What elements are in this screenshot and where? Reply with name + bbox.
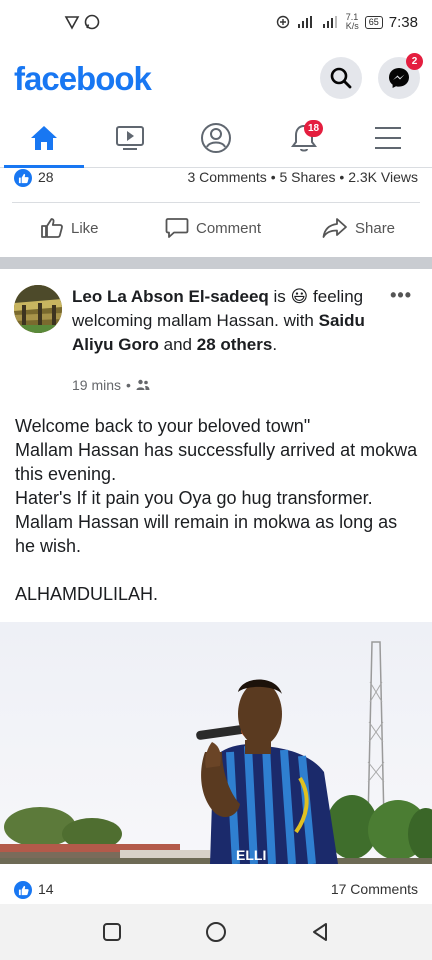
status-time: 7:38 [388,13,418,31]
friends-audience-icon [136,379,150,390]
prev-post-reactions: 28 3 Comments • 5 Shares • 2.3K Views [0,166,432,190]
feeling-emoji: 😃 [290,287,309,306]
comment-label: Comment [196,219,262,237]
notifications-badge: 18 [304,120,324,137]
comment-button[interactable]: Comment [165,217,261,239]
thumbs-up-icon [41,218,63,238]
search-icon [330,67,352,89]
post-body: Welcome back to your beloved town" Malla… [15,414,420,606]
post-reactions: 14 17 Comments [0,876,432,904]
home-icon [31,126,57,150]
post-body-line: Hater's If it pain you Oya go hug transf… [15,488,373,508]
video-icon [116,126,144,150]
battery-icon: 65 [364,15,383,29]
data-saver-icon [276,15,289,29]
whatsapp-icon [84,14,100,30]
status-left-icons [64,14,100,30]
back-nav-button[interactable] [308,920,332,944]
net-speed-unit: K/s [345,21,359,31]
with-text: with [283,311,314,330]
net-speed: 7.1 K/s [346,13,359,31]
menu-icon [375,127,401,149]
post-body-line: Mallam Hassan has successfully arrived a… [15,440,418,484]
tab-bar: 18 [0,108,432,168]
avatar[interactable] [14,285,62,333]
tagged-others[interactable]: 28 others [197,335,273,354]
post-like-count[interactable]: 14 [38,881,54,897]
more-options-button[interactable]: ••• [390,285,412,306]
messenger-icon [389,68,409,88]
like-reaction-icon [14,169,32,187]
recent-apps-icon [103,923,121,941]
signal-icon [297,16,312,28]
prev-post-stats[interactable]: 3 Comments • 5 Shares • 2.3K Views [187,169,418,185]
back-triangle-icon [313,923,327,941]
tab-home[interactable] [22,120,66,156]
messenger-button[interactable]: 2 [378,53,423,99]
system-nav-bar [0,904,432,960]
like-button[interactable]: Like [40,217,99,239]
home-circle-icon [206,922,226,942]
tab-menu[interactable] [366,120,410,156]
tab-video[interactable] [108,120,152,156]
post-header: Leo La Abson El-sadeeq is 😃 feeling welc… [0,269,432,399]
app-header: facebook 2 [0,46,432,108]
status-bar: 7.1 K/s 65 7:38 [0,0,432,46]
messenger-badge: 2 [406,53,423,70]
facebook-logo[interactable]: facebook [14,60,152,98]
post-meta: 19 mins • [72,377,150,393]
feed-separator [0,257,432,269]
status-right-icons: 7.1 K/s 65 7:38 [276,13,418,31]
signal-icon [322,16,337,28]
post-body-line: Mallam Hassan will remain in mokwa as lo… [15,512,398,556]
post-body-line: Welcome back to your beloved town" [15,416,311,436]
jersey-text: ELLI [236,847,266,863]
is-text: is [273,287,286,306]
like-reaction-icon [14,881,32,899]
post-comments-count[interactable]: 17 Comments [331,881,418,897]
like-label: Like [71,219,99,237]
post-photo[interactable]: ELLI [0,622,432,864]
home-nav-button[interactable] [204,920,228,944]
share-icon [322,218,347,238]
tab-profile[interactable] [194,120,238,156]
post-author[interactable]: Leo La Abson El-sadeeq [72,287,269,306]
prev-post-like-count[interactable]: 28 [38,169,54,185]
vpn-circle-icon [64,16,80,30]
profile-icon [201,123,231,153]
post-closing: ALHAMDULILAH. [15,584,159,604]
share-button[interactable]: Share [322,217,395,239]
prev-post-actions: Like Comment Share [12,202,420,256]
share-label: Share [355,219,396,237]
search-button[interactable] [320,57,362,99]
and-text: and [163,335,193,354]
post-author-block: Leo La Abson El-sadeeq is 😃 feeling welc… [72,287,365,354]
tab-notifications[interactable]: 18 [282,120,326,156]
post-time[interactable]: 19 mins [72,377,121,393]
comment-icon [165,218,189,238]
recent-apps-button[interactable] [100,920,124,944]
